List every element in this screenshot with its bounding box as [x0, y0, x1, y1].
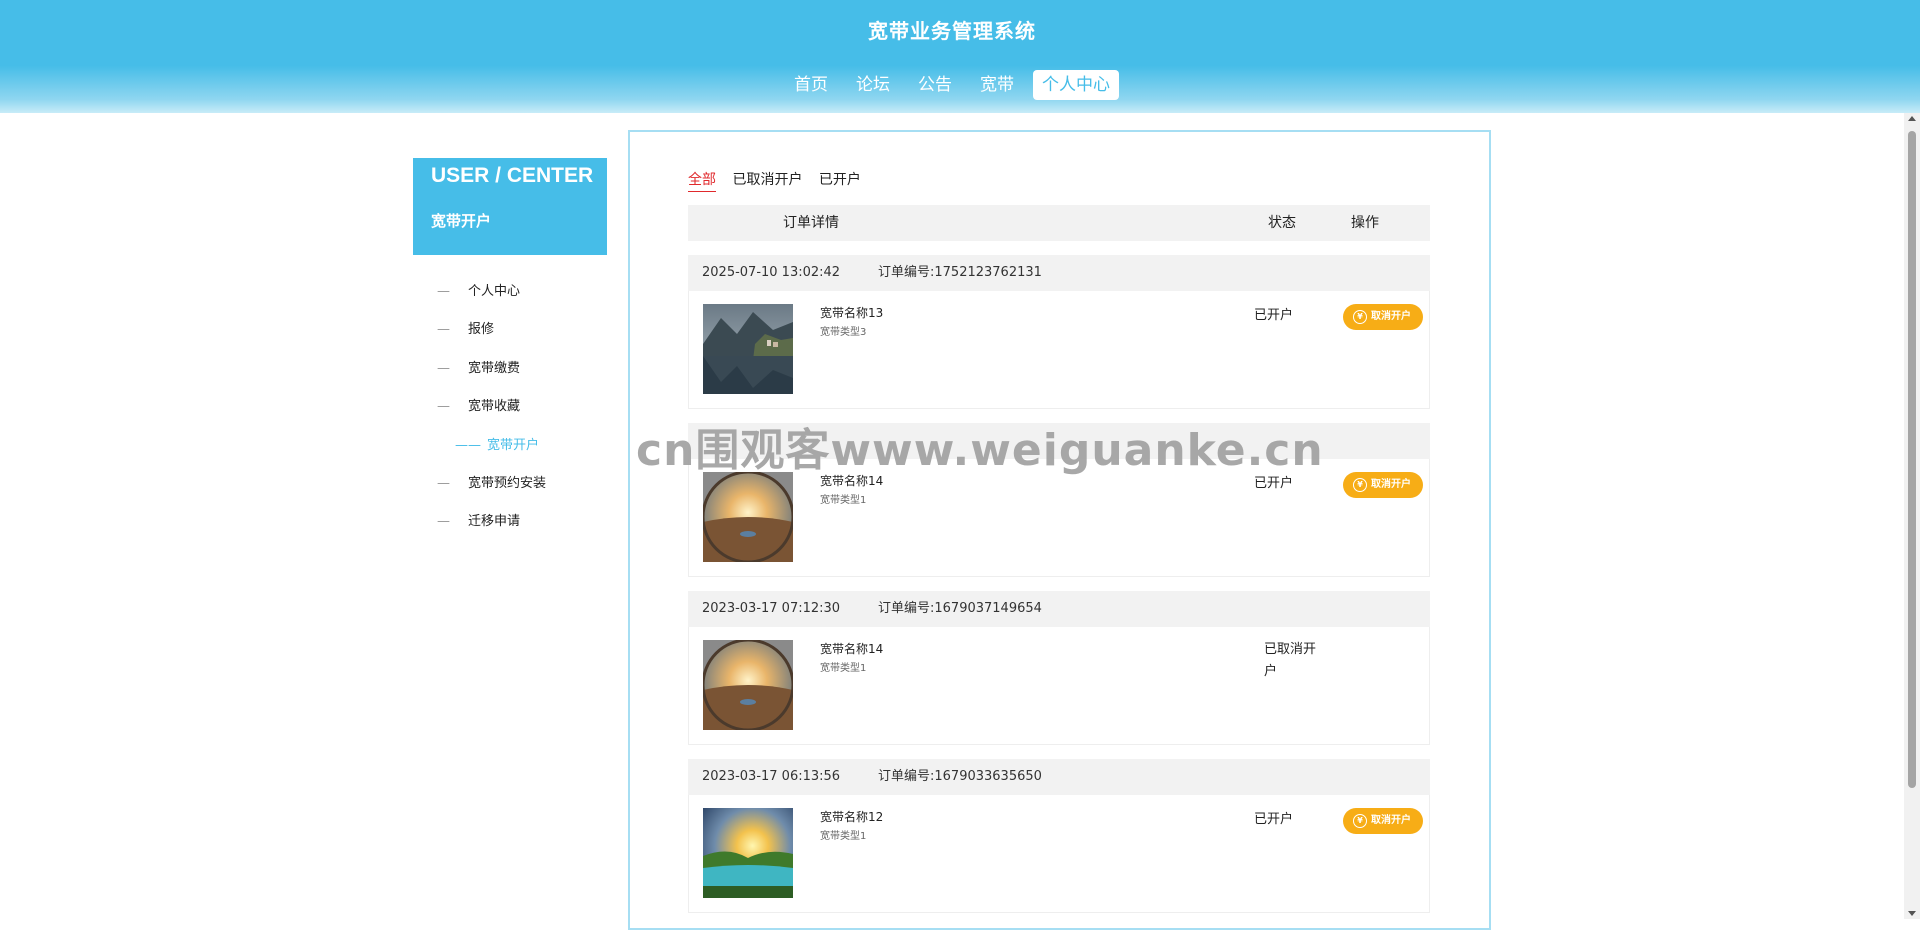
watermark-text: cn围观客www.weiguanke.cn: [636, 425, 1324, 476]
product-name: 宽带名称12: [820, 810, 884, 824]
cancel-button-label: 取消开户: [1371, 311, 1411, 322]
sidebar-item-label: 报修: [468, 322, 495, 338]
tab-all[interactable]: 全部: [688, 169, 716, 192]
menu-dash: —: [437, 475, 450, 491]
column-header-detail: 订单详情: [783, 215, 839, 231]
scrollbar-thumb[interactable]: [1908, 131, 1916, 788]
order-date: 2023-03-17 07:12:30: [702, 601, 841, 616]
sidebar-item-label: 宽带开户: [487, 437, 540, 453]
order-status: 已开户: [1254, 308, 1294, 323]
order-date: 2025-07-10 13:02:42: [702, 265, 841, 280]
menu-dash: —: [437, 360, 450, 376]
nav-notice[interactable]: 公告: [909, 70, 961, 100]
user-center-banner: USER / CENTER 宽带开户: [413, 158, 607, 255]
cancel-account-button[interactable]: ¥ 取消开户: [1343, 472, 1423, 498]
order-body: 宽带名称14 宽带类型1 已取消开户: [688, 627, 1430, 745]
user-center-title: USER / CENTER: [431, 164, 594, 187]
product-name: 宽带名称14: [820, 642, 884, 656]
nav-home[interactable]: 首页: [785, 70, 837, 100]
sunrise-valley-photo[interactable]: [703, 808, 793, 898]
sidebar-item-label: 个人中心: [468, 284, 521, 299]
sidebar-item-account-opening[interactable]: —— 宽带开户: [413, 431, 613, 469]
order-card: 2023-03-17 07:12:30 订单编号:1679037149654 宽…: [688, 591, 1430, 746]
site-title: 宽带业务管理系统: [868, 19, 1036, 43]
sidebar-item-migration[interactable]: — 迁移申请: [413, 507, 613, 545]
desert-sunset-photo[interactable]: [703, 640, 793, 730]
site-header: 宽带业务管理系统 首页 论坛 公告 宽带 个人中心: [0, 0, 1920, 113]
column-header-action: 操作: [1351, 215, 1379, 231]
tab-cancelled[interactable]: 已取消开户: [732, 169, 802, 191]
order-number: 订单编号:1679037149654: [878, 601, 1042, 616]
sidebar-item-label: 宽带缴费: [468, 360, 521, 376]
sidebar-item-label: 宽带预约安装: [468, 475, 547, 491]
order-date: 2023-03-17 06:13:56: [702, 769, 841, 784]
filter-tabs: 全部 已取消开户 已开户: [688, 169, 873, 192]
product-type: 宽带类型1: [820, 831, 867, 842]
sidebar-item-favorites[interactable]: — 宽带收藏: [413, 392, 613, 430]
yen-icon: ¥: [1353, 310, 1367, 324]
cancel-button-label: 取消开户: [1371, 815, 1411, 826]
order-body: 宽带名称12 宽带类型1 已开户 ¥ 取消开户: [688, 795, 1430, 913]
product-type: 宽带类型3: [820, 327, 867, 338]
table-header: 订单详情 状态 操作: [688, 205, 1430, 241]
order-body: 宽带名称13 宽带类型3 已开户 ¥ 取消开户: [688, 291, 1430, 409]
menu-dash: —: [437, 322, 450, 338]
nav-forum[interactable]: 论坛: [847, 70, 899, 100]
order-status: 已取消开户: [1264, 642, 1317, 679]
sidebar-item-payment[interactable]: — 宽带缴费: [413, 354, 613, 392]
sidebar-item-label: 迁移申请: [468, 514, 521, 530]
scroll-up-arrow-icon[interactable]: [1908, 116, 1916, 121]
product-type: 宽带类型1: [820, 495, 867, 506]
menu-dash: —: [437, 284, 450, 299]
order-card: 2025-07-10 13:02:42 订单编号:1752123762131 宽…: [688, 255, 1430, 410]
desert-sunset-photo[interactable]: [703, 472, 793, 562]
sidebar-item-label: 宽带收藏: [468, 399, 521, 415]
cancel-account-button[interactable]: ¥ 取消开户: [1343, 304, 1423, 330]
order-number: 订单编号:1679033635650: [878, 769, 1042, 784]
menu-dash: —: [437, 399, 450, 415]
order-header: 2023-03-17 06:13:56 订单编号:1679033635650: [688, 759, 1430, 795]
order-card: 2023-03-17 06:13:56 订单编号:1679033635650 宽…: [688, 759, 1430, 914]
product-type: 宽带类型1: [820, 663, 867, 674]
nav-broadband[interactable]: 宽带: [971, 70, 1023, 100]
order-header: 2023-03-17 07:12:30 订单编号:1679037149654: [688, 591, 1430, 627]
order-panel: 全部 已取消开户 已开户 订单详情 状态 操作 2025-07-10 13:02…: [628, 130, 1491, 930]
sidebar-item-installation[interactable]: — 宽带预约安装: [413, 469, 613, 507]
cancel-button-label: 取消开户: [1371, 479, 1411, 490]
sidebar-item-personal-center[interactable]: — 个人中心: [413, 277, 613, 315]
yen-icon: ¥: [1353, 814, 1367, 828]
order-number: 订单编号:1752123762131: [878, 265, 1042, 280]
column-header-status: 状态: [1268, 215, 1296, 231]
product-name: 宽带名称13: [820, 306, 884, 320]
user-center-subtitle: 宽带开户: [431, 212, 492, 230]
main-nav: 首页 论坛 公告 宽带 个人中心: [0, 70, 1904, 100]
tab-opened[interactable]: 已开户: [819, 169, 861, 191]
page-scrollbar[interactable]: [1904, 113, 1920, 919]
cancel-account-button[interactable]: ¥ 取消开户: [1343, 808, 1423, 834]
order-header: 2025-07-10 13:02:42 订单编号:1752123762131: [688, 255, 1430, 291]
sidebar-menu: — 个人中心 — 报修 — 宽带缴费 — 宽带收藏 —— 宽带开户 — 宽带预约安装 — 迁移…: [413, 277, 613, 546]
menu-dash: —: [437, 514, 450, 530]
scroll-down-arrow-icon[interactable]: [1908, 911, 1916, 916]
lake-village-photo[interactable]: [703, 304, 793, 394]
order-status: 已开户: [1254, 812, 1294, 827]
nav-user-center[interactable]: 个人中心: [1033, 70, 1119, 100]
sidebar-item-repair[interactable]: — 报修: [413, 315, 613, 353]
yen-icon: ¥: [1353, 478, 1367, 492]
menu-dash: ——: [455, 437, 481, 453]
